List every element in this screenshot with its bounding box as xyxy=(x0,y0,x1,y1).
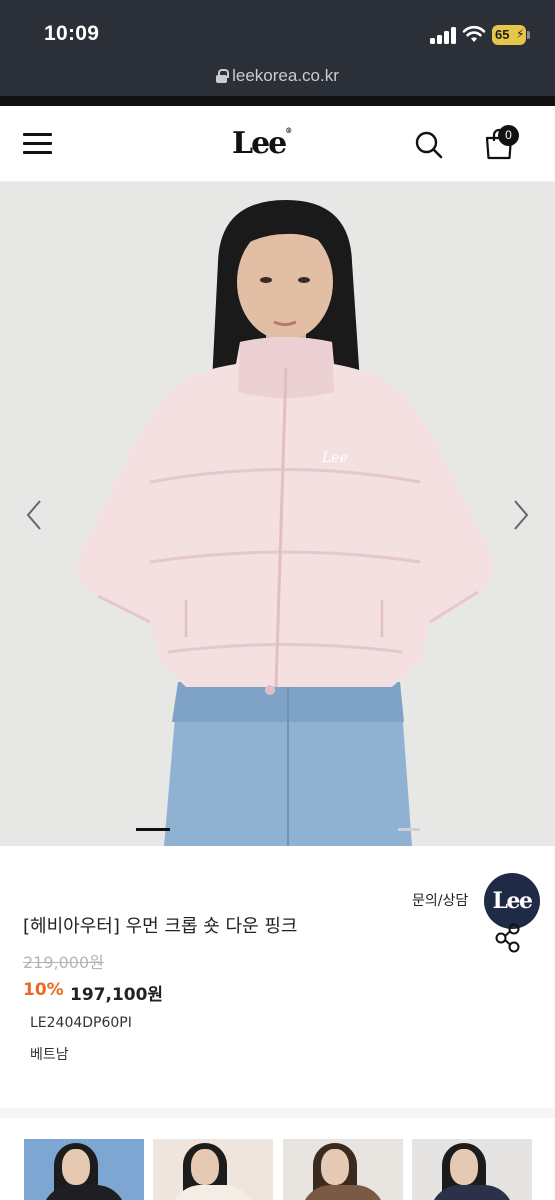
section-divider xyxy=(0,1108,555,1118)
related-product-thumbnail[interactable] xyxy=(153,1139,273,1200)
lock-icon xyxy=(216,69,230,83)
product-name: [헤비아우터] 우먼 크롭 숏 다운 핑크 xyxy=(23,916,298,937)
search-icon[interactable] xyxy=(414,130,444,160)
related-product-thumbnail[interactable] xyxy=(412,1139,532,1200)
site-header: Lee® xyxy=(0,106,555,182)
signal-icon xyxy=(430,27,456,44)
product-image-carousel[interactable]: Lee xyxy=(0,182,555,846)
cart-count-badge: 0 xyxy=(498,125,519,146)
battery-level: 65 xyxy=(495,27,510,42)
svg-text:Lee: Lee xyxy=(321,450,348,466)
chevron-left-icon[interactable] xyxy=(22,497,46,533)
slide-indicator-track xyxy=(398,828,420,831)
discount-rate: 10% xyxy=(23,980,64,1000)
product-info: 문의/상담 Lee [헤비아우터] 우먼 크롭 숏 다운 핑크 219,000원… xyxy=(0,846,555,1200)
related-product-thumbnail[interactable] xyxy=(24,1139,144,1200)
wifi-icon xyxy=(462,25,486,42)
brand-logo[interactable]: Lee® xyxy=(232,126,292,161)
status-time: 10:09 xyxy=(44,22,100,45)
original-price: 219,000원 xyxy=(23,953,104,972)
slide-indicator-active xyxy=(136,828,170,831)
charging-icon: ⚡ xyxy=(516,27,525,41)
logo-text: Lee xyxy=(232,126,287,161)
product-code: LE2404DP60PI xyxy=(30,1015,132,1031)
toolbar-divider xyxy=(0,96,555,106)
related-product-thumbnail[interactable] xyxy=(283,1139,403,1200)
brand-badge[interactable]: Lee xyxy=(484,873,540,929)
chevron-right-icon[interactable] xyxy=(509,497,533,533)
url-text: leekorea.co.kr xyxy=(232,66,339,85)
country-of-origin: 베트남 xyxy=(30,1047,69,1063)
share-icon[interactable] xyxy=(494,923,522,953)
battery-tip xyxy=(527,31,530,39)
status-bar: 10:09 65 ⚡ leekorea.co.kr xyxy=(0,0,555,96)
inquiry-link[interactable]: 문의/상담 xyxy=(412,890,468,910)
sale-price: 197,100원 xyxy=(70,985,164,1005)
product-photo: Lee xyxy=(0,182,555,846)
logo-registered-mark: ® xyxy=(285,126,293,135)
address-bar[interactable]: leekorea.co.kr xyxy=(0,66,555,86)
hamburger-menu-icon[interactable] xyxy=(23,133,52,155)
